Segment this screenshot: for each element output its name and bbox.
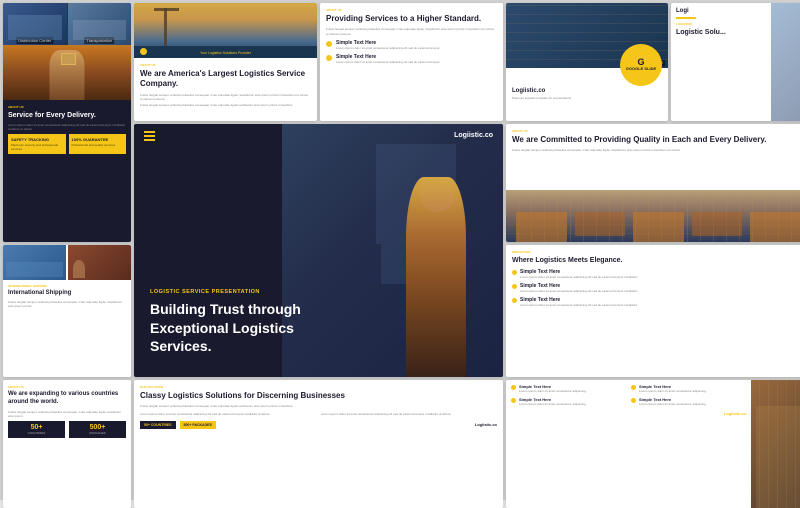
slide-providing: ABOUT US Providing Services to a Higher … <box>320 3 503 121</box>
expanding-body: Fusce feugiat semper vehicula phasellus … <box>8 410 126 418</box>
classy-title: Classy Logistics Solutions for Discernin… <box>140 391 497 401</box>
slide3-body: Fusce feugiat semper vehicula phasellus … <box>326 27 497 35</box>
classy-logo2: 500+ PACKAGES <box>180 421 216 429</box>
classy-brand: Logiistic.co <box>475 422 497 427</box>
elegance-f2-desc: Lorem ipsum dolor sit amet consectetur a… <box>520 289 638 293</box>
slide-google: G GOOGLE SLIDE WAREHOUSE Logiistic.co Pr… <box>506 3 668 121</box>
elegance-label: INNOVATION <box>512 250 800 254</box>
feature2-desc: Lorem ipsum dolor sit amet consectetur a… <box>336 60 440 64</box>
feature1-desc: Lorem ipsum dolor sit amet consectetur a… <box>336 46 440 50</box>
feat-bottom-logo: Logiistic.co <box>511 411 746 416</box>
slide-features-bottom: Simple Text Here Lorem ipsum dolor sit a… <box>506 380 800 508</box>
google-label: GOOGLE SLIDE <box>626 67 656 71</box>
slide-dist-label: ABOUT US <box>8 105 126 109</box>
slide-logo-top: Logi LOGISTICS Logistic Solu... <box>671 3 800 121</box>
feat-b4-desc: Lorem ipsum dolor sit amet consectetur a… <box>639 402 707 406</box>
slide3-label: ABOUT US <box>326 8 497 12</box>
classy-body: Fusce feugiat semper vehicula phasellus … <box>140 404 497 408</box>
slide2-body1: Fusce feugiat semper vehicula phasellus … <box>140 93 311 101</box>
slide-committed: ABOUT US We are Committed to Providing Q… <box>506 124 800 242</box>
icon-desc: Professional and quality services <box>72 143 124 147</box>
elegance-f1-desc: Lorem ipsum dolor sit amet consectetur a… <box>520 275 638 279</box>
slide4-desc: Premium logistics template for presentat… <box>512 96 662 100</box>
feat-b1-desc: Lorem ipsum dolor sit amet consectetur a… <box>519 389 587 393</box>
safety-title: SAFETY TRACKING <box>11 137 63 142</box>
elegance-title: Where Logistics Meets Elegance. <box>512 256 800 265</box>
provider-label: Your Logistics Solutions Provider <box>200 51 251 55</box>
classy-logo1: 50+ COUNTRIES <box>140 421 176 429</box>
slide2-title: We are America's Largest Logistics Servi… <box>140 69 311 90</box>
expanding-label: ABOUT US <box>8 385 126 389</box>
hero-title: Building Trust through Exceptional Logis… <box>150 300 353 355</box>
classy-col1: Lorem ipsum dolor sit amet consectetur a… <box>140 412 316 416</box>
classy-col2: Lorem ipsum dolor sit amet consectetur a… <box>321 412 497 416</box>
slide-dist-body: Lorem ipsum dolor sit amet consectetur a… <box>8 123 126 131</box>
expanding-title: We are expanding to various countries ar… <box>8 391 126 407</box>
stat1-label: COUNTRIES <box>10 431 63 435</box>
slide-elegance: INNOVATION Where Logistics Meets Eleganc… <box>506 245 800 377</box>
feature2-dot <box>326 55 332 61</box>
classy-label: OUR SOLUTION <box>140 385 497 389</box>
safety-desc: Maximum security and professional servic… <box>11 143 63 151</box>
intl-body: Fusce feugiat semper vehicula phasellus … <box>8 300 126 308</box>
slide2-body2: Fusce feugiat semper vehicula phasellus … <box>140 103 311 107</box>
slide-dist-title: Service for Every Delivery. <box>8 111 126 120</box>
slide-intl: INTERNATIONAL SHIPPING International Shi… <box>3 245 131 377</box>
feature1-dot <box>326 41 332 47</box>
committed-label: ABOUT US <box>512 129 800 133</box>
slide-classy: OUR SOLUTION Classy Logistics Solutions … <box>134 380 503 508</box>
intl-label: INTERNATIONAL SHIPPING <box>8 284 126 288</box>
slide-distribution: Distribution Center Transportation ABOUT… <box>3 3 131 242</box>
slide3-title: Providing Services to a Higher Standard. <box>326 14 497 24</box>
stat1-value: 50+ <box>10 424 63 431</box>
hero-logo: Logiistic.co <box>454 132 493 139</box>
stat2-value: 500+ <box>71 424 124 431</box>
slide-americas: Your Logistics Solutions Provider ABOUT … <box>134 3 317 121</box>
stat2-label: PACKAGES <box>71 431 124 435</box>
committed-body: Fusce feugiat semper vehicula phasellus … <box>512 148 800 152</box>
elegance-f3-desc: Lorem ipsum dolor sit amet consectetur a… <box>520 303 638 307</box>
slide-expanding: ABOUT US We are expanding to various cou… <box>3 380 131 508</box>
slide4-logo: Logiistic.co <box>512 88 662 94</box>
slide2-label: ABOUT US <box>140 63 311 67</box>
hamburger-icon <box>144 131 155 141</box>
feat-b3-desc: Lorem ipsum dolor sit amet consectetur a… <box>519 402 587 406</box>
committed-title: We are Committed to Providing Quality in… <box>512 135 800 145</box>
intl-title: International Shipping <box>8 290 126 298</box>
feat-b2-desc: Lorem ipsum dolor sit amet consectetur a… <box>639 389 707 393</box>
hero-sub-label: Logistic Service Presentation <box>150 289 353 295</box>
icon-title: 100% GUARANTEE <box>72 137 124 142</box>
slide-hero: Logiistic.co Logistic Service Presentati… <box>134 124 503 377</box>
